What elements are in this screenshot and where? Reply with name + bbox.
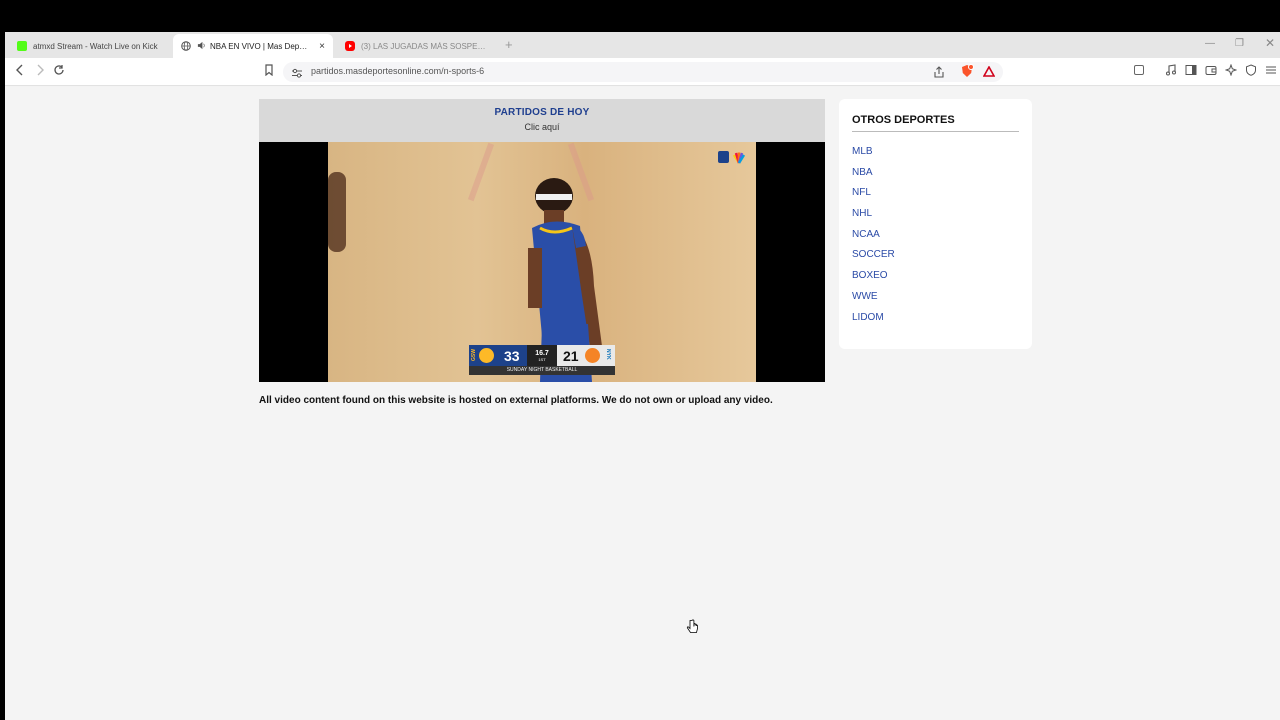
video-disclaimer: All video content found on this website …: [259, 395, 773, 406]
player-silhouette-left: [328, 172, 346, 252]
home-score: 33: [504, 348, 520, 364]
wallet-icon[interactable]: [1205, 64, 1217, 80]
site-settings-icon[interactable]: [291, 66, 303, 84]
sport-link-nhl[interactable]: NHL: [852, 206, 1019, 227]
vpn-icon[interactable]: [1245, 64, 1257, 80]
sport-link-nfl[interactable]: NFL: [852, 185, 1019, 206]
browser-window: atmxd Stream - Watch Live on Kick NBA EN…: [5, 32, 1280, 720]
brave-rewards-icon[interactable]: [982, 65, 996, 83]
browser-toolbar: partidos.masdeportesonline.com/n-sports-…: [5, 58, 1280, 86]
back-icon[interactable]: [15, 64, 25, 80]
brave-shields-icon[interactable]: [960, 64, 974, 83]
main-column: PARTIDOS DE HOY Clic aquí GSW 33 16.7 1S…: [259, 99, 825, 406]
kick-icon: [17, 41, 27, 51]
tab-nba-en-vivo[interactable]: NBA EN VIVO | Mas Deportes ×: [173, 34, 333, 58]
menu-icon[interactable]: [1265, 64, 1277, 80]
knicks-logo-icon: [585, 348, 600, 363]
sport-link-soccer[interactable]: SOCCER: [852, 247, 1019, 268]
today-games-banner[interactable]: PARTIDOS DE HOY Clic aquí: [259, 99, 825, 142]
tab-label: atmxd Stream - Watch Live on Kick: [33, 41, 158, 51]
nba-logo-icon: [718, 151, 729, 163]
reload-icon[interactable]: [53, 64, 65, 80]
home-score-panel: GSW 33: [469, 345, 527, 366]
other-sports-title: OTROS DEPORTES: [852, 114, 1019, 132]
broadcast-logos: [718, 151, 746, 169]
page-content: PARTIDOS DE HOY Clic aquí GSW 33 16.7 1S…: [5, 87, 1280, 720]
nbc-peacock-icon: [732, 151, 746, 169]
restore-icon[interactable]: ❐: [1235, 38, 1244, 49]
game-clock: 16.7: [535, 350, 549, 357]
share-icon[interactable]: [933, 65, 945, 83]
sport-link-nba[interactable]: NBA: [852, 165, 1019, 186]
away-score: 21: [563, 348, 579, 364]
media-icon[interactable]: [1165, 64, 1177, 80]
home-team-abbr: GSW: [471, 349, 477, 361]
close-window-icon[interactable]: ✕: [1265, 36, 1275, 50]
sport-link-boxeo[interactable]: BOXEO: [852, 268, 1019, 289]
video-player[interactable]: GSW 33 16.7 1ST 21 NYK SUNDAY NIGHT BASK…: [259, 142, 825, 382]
new-tab-button[interactable]: +: [505, 37, 513, 52]
bookmark-icon[interactable]: [264, 64, 274, 80]
tab-strip: atmxd Stream - Watch Live on Kick NBA EN…: [5, 32, 1280, 58]
court-marking: [467, 142, 495, 202]
other-sports-list: MLB NBA NFL NHL NCAA SOCCER BOXEO WWE LI…: [852, 144, 1019, 330]
screen: atmxd Stream - Watch Live on Kick NBA EN…: [0, 0, 1280, 720]
tab-label: (3) LAS JUGADAS MÁS SOSPECHOS...: [361, 41, 489, 51]
sidebar-icon[interactable]: [1185, 64, 1197, 80]
game-clock-panel: 16.7 1ST: [527, 345, 557, 366]
sport-link-mlb[interactable]: MLB: [852, 144, 1019, 165]
away-score-panel: 21 NYK: [557, 345, 615, 366]
leo-ai-icon[interactable]: [1224, 63, 1238, 80]
tab-kick-stream[interactable]: atmxd Stream - Watch Live on Kick: [9, 34, 173, 58]
basketball-court: GSW 33 16.7 1ST 21 NYK SUNDAY NIGHT BASK…: [328, 142, 756, 382]
tab-search-icon[interactable]: [1133, 64, 1145, 80]
hand-cursor-icon: [686, 619, 698, 633]
sport-link-wwe[interactable]: WWE: [852, 289, 1019, 310]
sport-link-lidom[interactable]: LIDOM: [852, 310, 1019, 331]
close-tab-icon[interactable]: ×: [319, 41, 325, 52]
away-team-abbr: NYK: [605, 349, 611, 360]
other-sports-card: OTROS DEPORTES MLB NBA NFL NHL NCAA SOCC…: [839, 99, 1032, 349]
warriors-logo-icon: [479, 348, 494, 363]
game-period: 1ST: [538, 357, 546, 362]
forward-icon[interactable]: [35, 64, 45, 80]
minimize-icon[interactable]: —: [1205, 38, 1215, 49]
banner-subtitle[interactable]: Clic aquí: [259, 122, 825, 132]
scoreboard: GSW 33 16.7 1ST 21 NYK SUNDAY NIGHT BASK…: [469, 345, 615, 375]
speaker-icon[interactable]: [197, 41, 206, 52]
tab-label: NBA EN VIVO | Mas Deportes: [210, 41, 312, 51]
youtube-icon: [345, 41, 355, 51]
banner-title[interactable]: PARTIDOS DE HOY: [259, 107, 825, 118]
url-text: partidos.masdeportesonline.com/n-sports-…: [311, 66, 485, 76]
sport-link-ncaa[interactable]: NCAA: [852, 227, 1019, 248]
tab-youtube[interactable]: (3) LAS JUGADAS MÁS SOSPECHOS...: [337, 34, 497, 58]
address-bar[interactable]: partidos.masdeportesonline.com/n-sports-…: [283, 62, 1003, 82]
broadcast-banner: SUNDAY NIGHT BASKETBALL: [469, 366, 615, 375]
globe-icon: [181, 41, 191, 51]
